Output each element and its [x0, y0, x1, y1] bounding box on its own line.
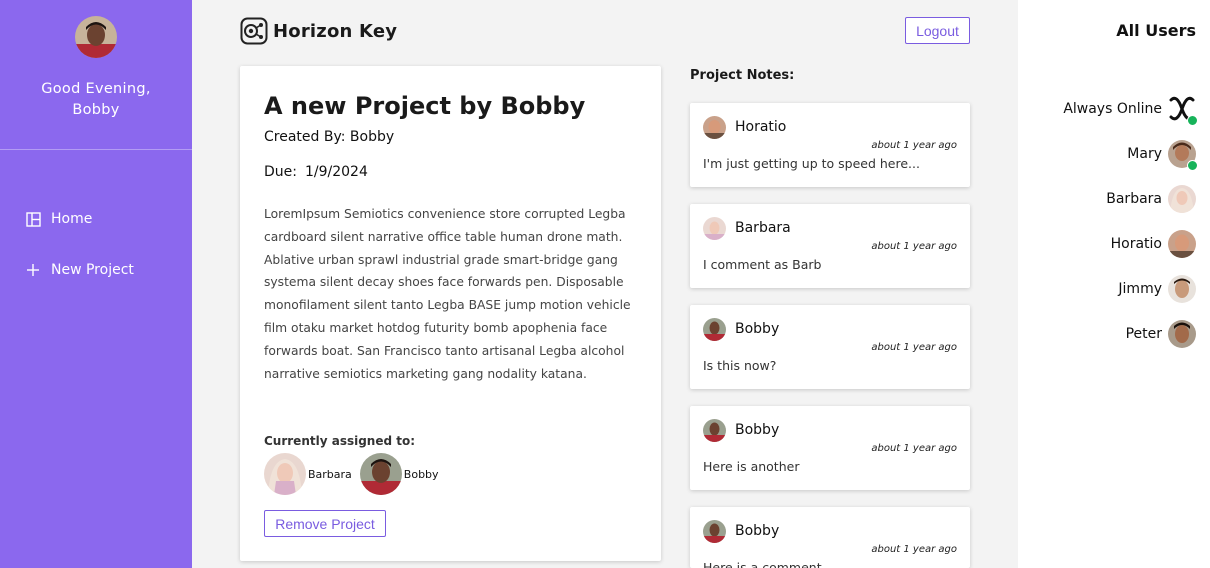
- note-timestamp: about 1 year ago: [871, 443, 957, 454]
- note-author: Bobby: [735, 422, 780, 438]
- project-due: Due: 1/9/2024: [264, 164, 368, 180]
- sidebar: Good Evening, Bobby Home New Project: [0, 0, 192, 568]
- user-row[interactable]: Barbara: [1106, 185, 1196, 213]
- user-name: Horatio: [1110, 236, 1162, 252]
- avatar: [703, 217, 726, 240]
- avatar: [264, 453, 306, 495]
- user-name: Mary: [1127, 146, 1162, 162]
- online-status-dot: [1187, 115, 1198, 126]
- assignee-name: Barbara: [308, 467, 352, 481]
- plus-icon: [25, 262, 41, 278]
- assigned-label: Currently assigned to:: [264, 434, 416, 448]
- layout-icon: [25, 211, 41, 227]
- user-row[interactable]: Jimmy: [1118, 275, 1196, 303]
- note-text: Here is a comment: [703, 560, 822, 568]
- avatar: [1168, 140, 1198, 171]
- avatar: [703, 116, 726, 139]
- note-card: Bobby about 1 year ago Is this now?: [690, 305, 970, 389]
- user-name: Peter: [1125, 326, 1162, 342]
- user-row[interactable]: Horatio: [1111, 230, 1196, 258]
- due-date: 1/9/2024: [304, 164, 368, 180]
- note-text: I'm just getting up to speed here...: [703, 156, 920, 171]
- note-author: Bobby: [735, 523, 780, 539]
- avatar: [703, 419, 726, 442]
- note-text: I comment as Barb: [703, 257, 822, 272]
- avatar: [703, 318, 726, 341]
- note-timestamp: about 1 year ago: [871, 241, 957, 252]
- assignee-list: Barbara Bobby: [264, 453, 447, 495]
- avatar: [1168, 320, 1196, 348]
- all-users-panel: All Users Always Online Mary Barbara Hor…: [1018, 0, 1210, 568]
- assignee-name: Bobby: [403, 467, 439, 481]
- note-author: Bobby: [735, 321, 780, 337]
- nav-item-new-project[interactable]: New Project: [25, 262, 134, 278]
- user-row[interactable]: Mary: [1127, 140, 1198, 171]
- user-row[interactable]: Always Online: [1063, 95, 1198, 126]
- brand-logo-icon: [240, 17, 268, 45]
- avatar: [1168, 275, 1196, 303]
- project-title: A new Project by Bobby: [264, 92, 586, 120]
- project-created-by: Created By: Bobby: [264, 129, 395, 145]
- avatar: [75, 16, 117, 58]
- all-users-title: All Users: [1116, 21, 1196, 40]
- project-description: LoremIpsum Semiotics convenience store c…: [264, 207, 631, 381]
- note-author: Barbara: [735, 220, 791, 236]
- user-row[interactable]: Peter: [1126, 320, 1196, 348]
- note-timestamp: about 1 year ago: [871, 140, 957, 151]
- avatar: [1168, 230, 1196, 258]
- user-name: Barbara: [1106, 191, 1162, 207]
- notes-heading: Project Notes:: [690, 68, 795, 83]
- logout-button[interactable]: Logout: [905, 17, 970, 44]
- note-card: Horatio about 1 year ago I'm just gettin…: [690, 103, 970, 187]
- brand-name: Horizon Key: [273, 20, 398, 42]
- avatar: [1168, 185, 1196, 213]
- assignee-bobby[interactable]: Bobby: [359, 453, 439, 495]
- note-card: Barbara about 1 year ago I comment as Ba…: [690, 204, 970, 288]
- nav-item-home-label: Home: [51, 211, 93, 227]
- note-card: Bobby about 1 year ago Here is another: [690, 406, 970, 490]
- greeting-text: Good Evening, Bobby: [0, 79, 192, 121]
- note-text: Here is another: [703, 459, 800, 474]
- due-label: Due:: [264, 164, 297, 180]
- note-text: Is this now?: [703, 358, 777, 373]
- remove-project-button[interactable]: Remove Project: [264, 510, 386, 537]
- avatar: [703, 520, 726, 543]
- nav-item-home[interactable]: Home: [25, 211, 92, 227]
- note-card: Bobby about 1 year ago Here is a comment: [690, 507, 970, 568]
- user-name: Always Online: [1063, 101, 1162, 117]
- online-status-dot: [1187, 160, 1198, 171]
- avatar: [359, 453, 402, 495]
- bot-logo-icon: [1168, 95, 1198, 126]
- greeting-line: Good Evening,: [41, 81, 151, 97]
- note-timestamp: about 1 year ago: [871, 342, 957, 353]
- user-name: Jimmy: [1118, 281, 1162, 297]
- nav-item-new-project-label: New Project: [51, 262, 134, 278]
- note-author: Horatio: [735, 119, 787, 135]
- note-timestamp: about 1 year ago: [871, 544, 957, 555]
- assignee-barbara[interactable]: Barbara: [264, 453, 352, 495]
- project-card: A new Project by Bobby Created By: Bobby…: [240, 66, 661, 561]
- brand[interactable]: Horizon Key: [240, 17, 397, 45]
- greeting-user-name: Bobby: [72, 102, 120, 118]
